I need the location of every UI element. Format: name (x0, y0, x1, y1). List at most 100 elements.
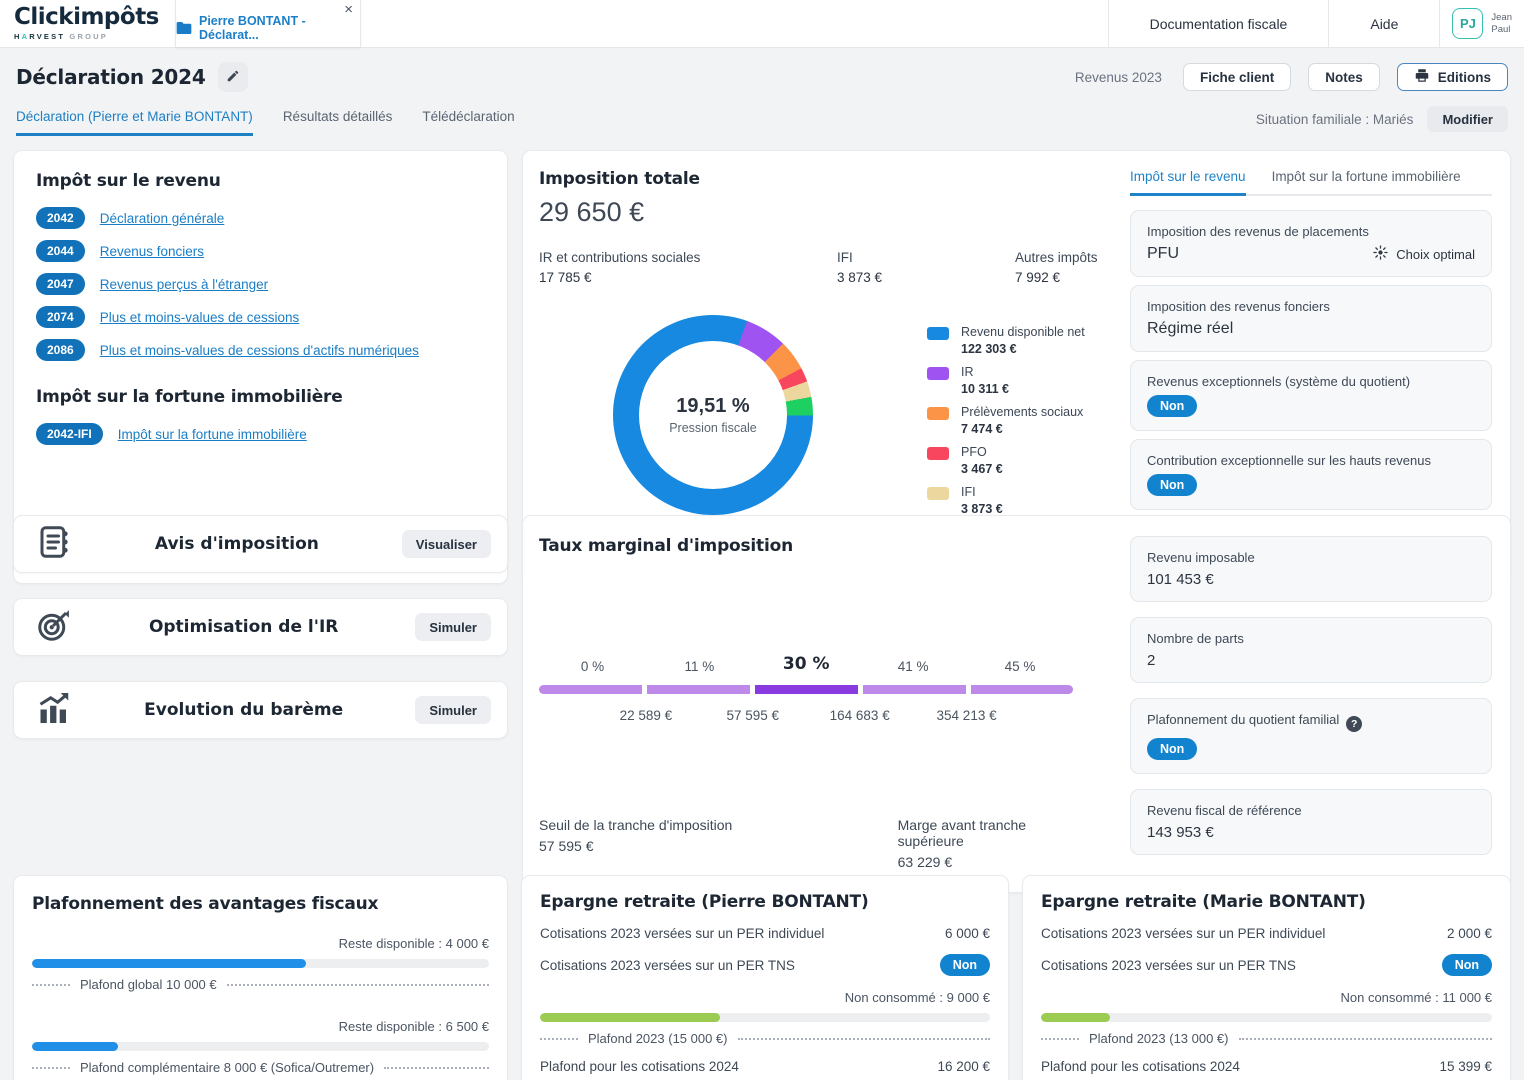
topbar: Clickimpôts HARVEST GROUP Pierre BONTANT… (0, 0, 1524, 48)
tax-bracket-scale: 0 % 11 % 30 % 41 % 45 % 22 589 € 57 595 … (539, 646, 1073, 726)
reste-disponible-label: Reste disponible : 6 500 € (32, 1019, 489, 1034)
form-link-declaration-generale[interactable]: Déclaration générale (100, 211, 225, 226)
open-file-tab-label: Pierre BONTANT - Déclarat... (199, 14, 360, 42)
editions-button[interactable]: Editions (1397, 63, 1508, 91)
box-plafonnement-quotient: Plafonnement du quotient familial? Non (1130, 698, 1492, 774)
taux-marginal-title: Taux marginal d'imposition (539, 536, 1090, 556)
main-content: Impôt sur le revenu 2042 Déclaration gén… (0, 138, 1524, 1080)
box-revenus-fonciers: Imposition des revenus fonciers Régime r… (1130, 285, 1492, 352)
plafond-global-line: Plafond global 10 000 € (32, 977, 489, 992)
taux-marginal-card: Taux marginal d'imposition 0 % 11 % 30 %… (522, 515, 1511, 893)
printer-icon (1414, 68, 1430, 86)
evolution-bareme-card: Evolution du barème Simuler (13, 681, 508, 739)
form-code-badge: 2042-IFI (36, 423, 103, 445)
reste-disponible-label: Reste disponible : 4 000 € (32, 936, 489, 951)
form-link-actifs-numeriques[interactable]: Plus et moins-values de cessions d'actif… (100, 343, 419, 358)
visualiser-button[interactable]: Visualiser (402, 530, 491, 558)
simuler-ir-button[interactable]: Simuler (415, 613, 491, 641)
per-tns-row: Cotisations 2023 versées sur un PER TNSN… (540, 954, 990, 976)
form-code-badge: 2044 (36, 240, 85, 262)
revenus-year-label: Revenus 2023 (1075, 70, 1162, 85)
open-file-tab[interactable]: Pierre BONTANT - Déclarat... × (175, 0, 361, 47)
page-header: Déclaration 2024 Revenus 2023 Fiche clie… (0, 48, 1524, 92)
form-row-2047: 2047 Revenus perçus à l'étranger (36, 273, 485, 295)
side-tab-impot-revenu[interactable]: Impôt sur le revenu (1130, 169, 1246, 196)
status-badge: Non (1147, 474, 1197, 496)
plafond-complementaire-line: Plafond complémentaire 8 000 € (Sofica/O… (32, 1060, 489, 1075)
imposition-stats: IR et contributions sociales17 785 € IFI… (539, 250, 1099, 285)
ifi-section-title: Impôt sur la fortune immobilière (36, 387, 485, 407)
imposition-side-panel: Impôt sur le revenu Impôt sur la fortune… (1130, 169, 1492, 565)
progress-track (1041, 1013, 1492, 1022)
plafond-2023-line: Plafond 2023 (13 000 €) (1041, 1031, 1492, 1046)
box-revenus-exceptionnels: Revenus exceptionnels (système du quotie… (1130, 360, 1492, 431)
status-badge: Non (1147, 395, 1197, 417)
nav-aide[interactable]: Aide (1328, 0, 1439, 47)
legend-item: PFO3 467 € (927, 445, 1107, 476)
form-link-plus-values[interactable]: Plus et moins-values de cessions (100, 310, 300, 325)
situation-familiale-label: Situation familiale : Mariés (1256, 112, 1414, 127)
status-badge: Non (1442, 954, 1492, 976)
epargne-retraite-marie-card: Epargne retraite (Marie BONTANT) Cotisat… (1022, 875, 1511, 1080)
box-contribution-hauts-revenus: Contribution exceptionnelle sur les haut… (1130, 439, 1492, 510)
box-revenu-imposable: Revenu imposable 101 453 € (1130, 536, 1492, 602)
form-code-badge: 2042 (36, 207, 85, 229)
per-individuel-row: Cotisations 2023 versées sur un PER indi… (540, 923, 990, 943)
plafond-2023-line: Plafond 2023 (15 000 €) (540, 1031, 990, 1046)
form-link-revenus-etranger[interactable]: Revenus perçus à l'étranger (100, 277, 268, 292)
side-tab-impot-fortune[interactable]: Impôt sur la fortune immobilière (1272, 169, 1461, 196)
seuil-tranche: Seuil de la tranche d'imposition 57 595 … (539, 817, 898, 870)
close-icon[interactable]: × (344, 2, 353, 17)
logo-subtitle: HARVEST GROUP (14, 32, 175, 41)
progress-fill (32, 1042, 118, 1051)
edit-declaration-button[interactable] (218, 62, 248, 92)
logo-text: Clickimpôts (14, 6, 175, 29)
page-title: Déclaration 2024 (16, 65, 206, 89)
form-link-revenus-fonciers[interactable]: Revenus fonciers (100, 244, 204, 259)
form-code-badge: 2074 (36, 306, 85, 328)
help-icon[interactable]: ? (1346, 716, 1362, 732)
tab-teledeclaration[interactable]: Télédéclaration (422, 109, 514, 136)
epargne-retraite-pierre-card: Epargne retraite (Pierre BONTANT) Cotisa… (521, 875, 1009, 1080)
bracket-bar (539, 685, 1073, 694)
app-logo: Clickimpôts HARVEST GROUP (0, 0, 175, 47)
legend-item: IFI3 873 € (927, 485, 1107, 516)
form-row-2044: 2044 Revenus fonciers (36, 240, 485, 262)
section-tabs: Déclaration (Pierre et Marie BONTANT) Ré… (0, 92, 1524, 138)
marge-tranche: Marge avant tranche supérieure 63 229 € (898, 817, 1090, 870)
marginal-side-panel: Revenu imposable 101 453 € Nombre de par… (1130, 536, 1492, 870)
action-title: Evolution du barème (72, 700, 415, 720)
optimisation-ir-card: Optimisation de l'IR Simuler (13, 598, 508, 656)
legend-item: Prélèvements sociaux7 474 € (927, 405, 1107, 436)
modifier-button[interactable]: Modifier (1427, 106, 1508, 132)
user-block: PJ Jean Paul (1439, 0, 1524, 47)
sun-icon (1373, 245, 1388, 263)
fiche-client-button[interactable]: Fiche client (1183, 63, 1291, 91)
non-consomme-label: Non consommé : 9 000 € (540, 990, 990, 1005)
progress-track (32, 959, 489, 968)
target-icon (36, 607, 72, 648)
action-title: Avis d'imposition (72, 534, 402, 554)
per-tns-row: Cotisations 2023 versées sur un PER TNSN… (1041, 954, 1492, 976)
notes-button[interactable]: Notes (1308, 63, 1380, 91)
form-row-2042: 2042 Déclaration générale (36, 207, 485, 229)
folder-icon (176, 21, 192, 35)
pencil-icon (226, 69, 240, 86)
form-link-ifi[interactable]: Impôt sur la fortune immobilière (118, 427, 307, 442)
simuler-bareme-button[interactable]: Simuler (415, 696, 491, 724)
avatar[interactable]: PJ (1452, 8, 1483, 39)
form-code-badge: 2047 (36, 273, 85, 295)
box-revenus-placements: Imposition des revenus de placements PFU… (1130, 210, 1492, 277)
progress-fill (540, 1013, 720, 1022)
action-title: Optimisation de l'IR (72, 617, 415, 637)
document-icon (36, 524, 72, 565)
tab-declaration[interactable]: Déclaration (Pierre et Marie BONTANT) (16, 109, 253, 136)
plafond-2024-row: Plafond pour les cotisations 202416 200 … (540, 1059, 990, 1074)
legend-item: Revenu disponible net122 303 € (927, 325, 1107, 356)
ir-section-title: Impôt sur le revenu (36, 171, 485, 191)
nav-documentation-fiscale[interactable]: Documentation fiscale (1108, 0, 1329, 47)
legend-item: IR10 311 € (927, 365, 1107, 396)
per-individuel-row: Cotisations 2023 versées sur un PER indi… (1041, 923, 1492, 943)
status-badge: Non (1147, 738, 1197, 760)
tab-resultats-detailles[interactable]: Résultats détaillés (283, 109, 393, 136)
